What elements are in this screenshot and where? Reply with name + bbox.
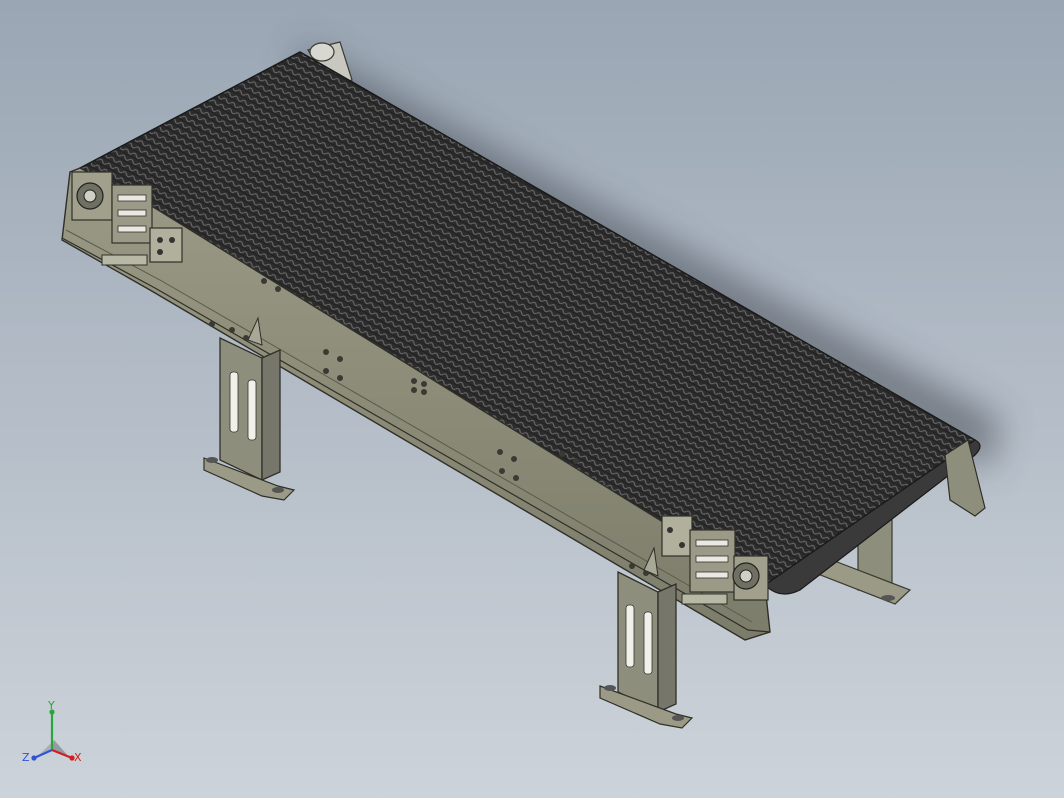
z-axis-label: Z [22, 751, 30, 764]
view-orientation-triad[interactable]: Y X Z [14, 700, 94, 780]
front-leg-left [203, 336, 296, 501]
graphics-viewport[interactable]: Y X Z [0, 0, 1064, 798]
conveyor-model[interactable] [0, 0, 1064, 798]
y-axis-label: Y [47, 700, 55, 712]
x-axis-label: X [74, 751, 82, 764]
